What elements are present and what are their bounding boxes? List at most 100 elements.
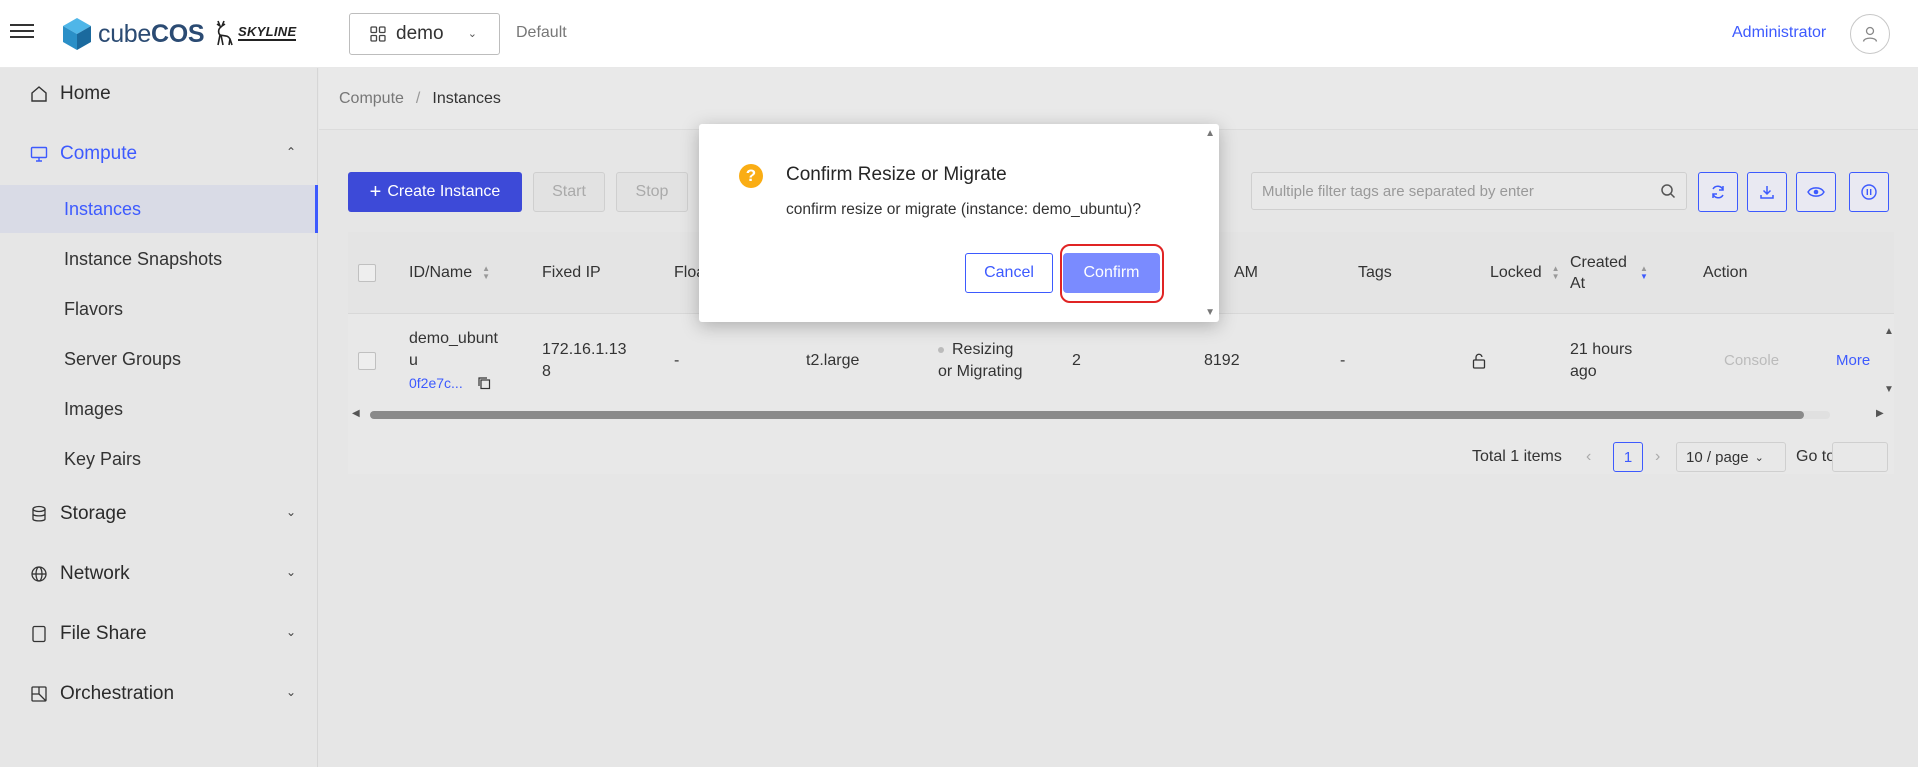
created-at-cell: 21 hours ago <box>1570 320 1632 402</box>
menu-toggle-icon[interactable] <box>10 20 34 44</box>
column-created-at[interactable]: Created At ▲ ▼ <box>1570 232 1680 314</box>
column-locked[interactable]: Locked ▲ ▼ <box>1490 232 1560 314</box>
database-icon <box>30 505 48 523</box>
scroll-left-icon[interactable]: ◀ <box>352 408 360 419</box>
page-size-value: 10 / page <box>1686 448 1749 466</box>
next-page-icon[interactable]: › <box>1655 442 1660 472</box>
goto-label: Go to <box>1796 448 1836 465</box>
skyline-logo: SKYLINE <box>212 19 297 47</box>
breadcrumb-separator: / <box>415 89 421 107</box>
plus-icon: + <box>369 181 382 203</box>
globe-icon <box>30 565 48 583</box>
chevron-down-icon: ⌄ <box>285 625 296 639</box>
dialog-scroll-down-icon[interactable]: ▼ <box>1205 307 1215 318</box>
sidebar-item-label: Orchestration <box>60 683 175 704</box>
home-icon <box>30 85 48 103</box>
sidebar-item-storage[interactable]: Storage ⌄ <box>0 490 318 538</box>
column-label: Locked <box>1490 264 1542 281</box>
column-tags: Tags <box>1358 264 1392 281</box>
status-line2: or Migrating <box>938 363 1023 380</box>
search-input[interactable] <box>1262 182 1652 200</box>
search-icon[interactable] <box>1660 183 1676 199</box>
page-size-select[interactable]: 10 / page ⌄ <box>1676 442 1786 472</box>
cancel-button[interactable]: Cancel <box>965 253 1053 293</box>
sidebar-item-label: Compute <box>60 143 138 164</box>
start-button[interactable]: Start <box>533 172 605 212</box>
ram-cell: 8192 <box>1204 352 1240 369</box>
goto-page-input[interactable] <box>1832 442 1888 472</box>
column-id-name[interactable]: ID/Name ▲ ▼ <box>409 232 490 314</box>
refresh-button[interactable] <box>1698 172 1738 212</box>
sidebar-subitem-images[interactable]: Images <box>0 385 318 433</box>
page-1-button[interactable]: 1 <box>1613 442 1643 472</box>
console-button[interactable]: Console <box>1724 320 1779 402</box>
created-line1: 21 hours <box>1570 341 1633 358</box>
sidebar-item-home[interactable]: Home <box>0 70 318 118</box>
pause-refresh-button[interactable] <box>1849 172 1889 212</box>
create-instance-label: Create Instance <box>387 183 501 200</box>
download-button[interactable] <box>1747 172 1787 212</box>
dialog-title: Confirm Resize or Migrate <box>786 164 1007 185</box>
sort-icon[interactable]: ▲ ▼ <box>1640 265 1648 281</box>
create-instance-button[interactable]: + Create Instance <box>348 172 522 212</box>
instance-name-line1: demo_ubunt <box>409 330 498 347</box>
cubecos-logo[interactable]: cubeCOS <box>62 17 205 51</box>
flavor-cell: t2.large <box>806 352 860 369</box>
vertical-scroll-down-icon[interactable]: ▼ <box>1884 384 1894 395</box>
more-actions-link[interactable]: More <box>1836 320 1870 402</box>
project-select[interactable]: demo ⌄ <box>349 13 500 55</box>
confirm-dialog: ▲ ? Confirm Resize or Migrate confirm re… <box>699 124 1219 322</box>
row-checkbox-cell <box>358 320 376 402</box>
sidebar-item-orchestration[interactable]: Orchestration ⌄ <box>0 670 318 718</box>
instance-name-line2: u <box>409 352 418 369</box>
prev-page-icon[interactable]: ‹ <box>1586 442 1591 472</box>
user-name-link[interactable]: Administrator <box>1732 24 1826 42</box>
column-label: ID/Name <box>409 264 473 281</box>
sidebar-item-compute[interactable]: Compute ⌃ <box>0 130 318 178</box>
column-label: Created At <box>1570 254 1627 292</box>
user-avatar-icon[interactable] <box>1850 14 1890 54</box>
file-share-icon <box>30 625 48 643</box>
locked-cell <box>1472 320 1486 402</box>
chevron-down-icon: ⌄ <box>285 565 296 579</box>
breadcrumb-compute[interactable]: Compute <box>339 90 404 108</box>
sidebar-item-label: File Share <box>60 623 147 644</box>
skyline-text: SKYLINE <box>238 24 297 41</box>
pause-icon <box>1861 184 1877 200</box>
created-line2: ago <box>1570 363 1597 380</box>
stop-button[interactable]: Stop <box>616 172 688 212</box>
sidebar-subitem-flavors[interactable]: Flavors <box>0 285 318 333</box>
dialog-scroll-up-icon[interactable]: ▲ <box>1205 128 1215 139</box>
column-fixed-ip: Fixed IP <box>542 264 601 281</box>
logo-text-bold: COS <box>151 19 205 48</box>
scrollbar-thumb[interactable] <box>370 411 1804 419</box>
status-dot <box>938 347 944 353</box>
scroll-right-icon[interactable]: ▶ <box>1876 408 1884 419</box>
select-all-checkbox[interactable] <box>358 264 376 282</box>
chevron-down-icon: ⌄ <box>467 28 477 40</box>
sort-icon[interactable]: ▲ ▼ <box>1552 265 1560 281</box>
copy-icon[interactable] <box>477 376 491 390</box>
sidebar-item-label: Home <box>60 83 111 104</box>
chevron-down-icon: ⌄ <box>285 685 296 699</box>
row-checkbox[interactable] <box>358 352 376 370</box>
sidebar: Home Compute ⌃ Instances Instance Snapsh… <box>0 68 318 767</box>
select-all-checkbox-cell <box>358 232 376 314</box>
sidebar-subitem-server-groups[interactable]: Server Groups <box>0 335 318 383</box>
sidebar-subitem-key-pairs[interactable]: Key Pairs <box>0 435 318 483</box>
table-row-name-cell: demo_ubunt u 0f2e7c... <box>409 320 498 402</box>
sidebar-item-network[interactable]: Network ⌄ <box>0 550 318 598</box>
instance-id-link[interactable]: 0f2e7c... <box>409 372 463 394</box>
total-items: Total 1 items <box>1472 448 1562 465</box>
download-icon <box>1760 186 1774 199</box>
tags-cell: - <box>1340 352 1346 369</box>
sidebar-subitem-instances[interactable]: Instances <box>0 185 318 233</box>
cube-logo-icon <box>63 18 91 50</box>
vertical-scroll-up-icon[interactable]: ▲ <box>1884 326 1894 337</box>
horizontal-scrollbar[interactable]: ◀ ▶ <box>348 406 1894 424</box>
view-columns-button[interactable] <box>1796 172 1836 212</box>
sort-icon[interactable]: ▲ ▼ <box>482 265 490 281</box>
sidebar-subitem-instance-snapshots[interactable]: Instance Snapshots <box>0 235 318 283</box>
confirm-button[interactable]: Confirm <box>1063 253 1160 293</box>
sidebar-item-file-share[interactable]: File Share ⌄ <box>0 610 318 658</box>
